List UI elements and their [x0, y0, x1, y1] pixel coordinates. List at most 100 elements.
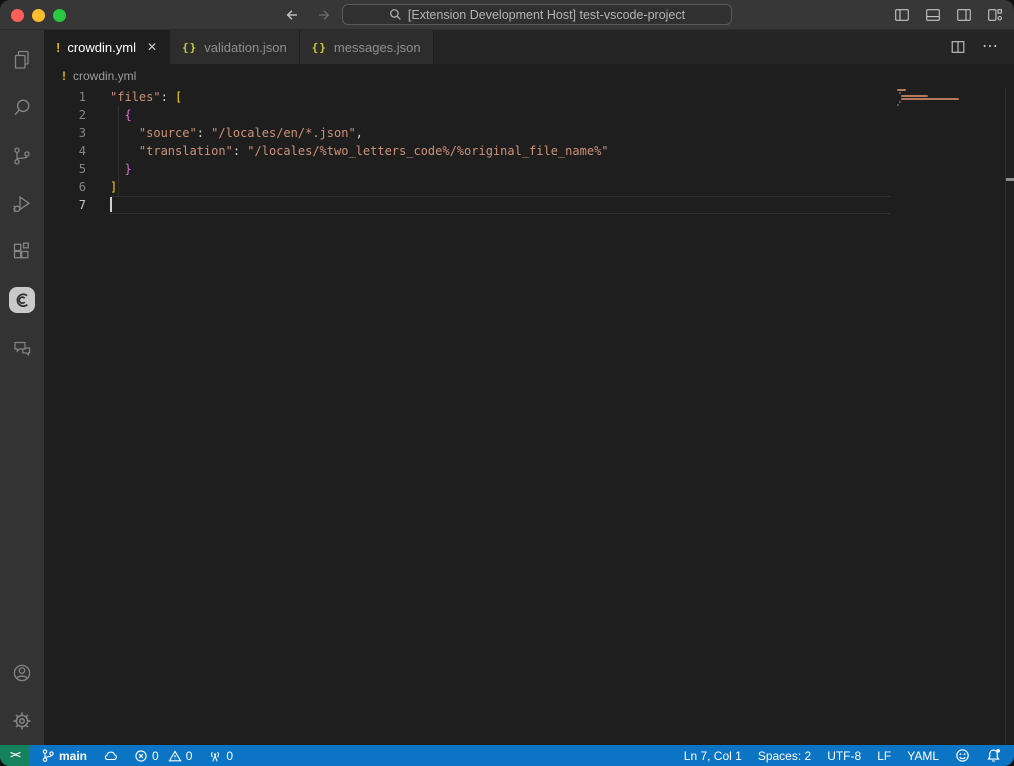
window-controls [11, 9, 66, 22]
toggle-panel-icon[interactable] [924, 6, 942, 24]
encoding-indicator[interactable]: UTF-8 [822, 745, 866, 766]
history-navigation [283, 6, 333, 24]
tab-crowdin-yml[interactable]: ! crowdin.yml ✕ [44, 30, 170, 64]
indent-guide [118, 106, 119, 196]
code-text: { [110, 106, 132, 124]
line-number[interactable]: 4 [44, 144, 86, 158]
crowdin-view-icon[interactable] [0, 276, 44, 324]
zoom-window-button[interactable] [53, 9, 66, 22]
explorer-icon[interactable] [0, 36, 44, 84]
status-bar-right: Ln 7, Col 1 Spaces: 2 UTF-8 LF YAML [679, 745, 1014, 766]
tab-messages-json[interactable]: {} messages.json [300, 30, 434, 64]
tab-label: validation.json [204, 40, 286, 55]
title-bar: [Extension Development Host] test-vscode… [0, 0, 1014, 30]
breadcrumb-file: crowdin.yml [73, 69, 136, 83]
code-text: "translation": "/locales/%two_letters_co… [110, 142, 609, 160]
line-number[interactable]: 1 [44, 90, 86, 104]
ports-indicator[interactable]: 0 [203, 745, 238, 766]
toggle-primary-sidebar-icon[interactable] [893, 6, 911, 24]
status-bar-left: main 0 0 [30, 745, 238, 766]
source-control-icon[interactable] [0, 132, 44, 180]
tab-validation-json[interactable]: {} validation.json [170, 30, 300, 64]
close-window-button[interactable] [11, 9, 24, 22]
more-actions-icon[interactable]: ⋯ [982, 42, 998, 52]
minimap-line [901, 98, 960, 100]
line-number[interactable]: 5 [44, 162, 86, 176]
warning-icon: ! [62, 69, 66, 83]
close-tab-icon[interactable]: ✕ [147, 40, 157, 54]
workbench: ! crowdin.yml ✕ {} validation.json {} me… [0, 30, 1014, 745]
code-lines: 1"files": [2 {3 "source": "/locales/en/*… [44, 88, 1014, 214]
editor-actions: ⋯ [950, 30, 1014, 64]
tab-label: crowdin.yml [67, 40, 136, 55]
code-line[interactable]: 4 "translation": "/locales/%two_letters_… [44, 142, 1014, 160]
code-line[interactable]: 2 { [44, 106, 1014, 124]
json-file-icon: {} [312, 41, 327, 54]
minimap-line [899, 92, 901, 94]
line-number[interactable]: 6 [44, 180, 86, 194]
window-title: [Extension Development Host] test-vscode… [408, 8, 685, 22]
line-number[interactable]: 3 [44, 126, 86, 140]
line-number[interactable]: 2 [44, 108, 86, 122]
back-icon[interactable] [283, 6, 301, 24]
json-file-icon: {} [182, 41, 197, 54]
radio-tower-icon [208, 749, 222, 763]
minimize-window-button[interactable] [32, 9, 45, 22]
remote-indicator[interactable]: >< [0, 745, 30, 766]
crowdin-logo [9, 287, 35, 313]
code-line[interactable]: 6] [44, 178, 1014, 196]
code-line[interactable]: 1 "files": [ [44, 88, 1014, 106]
cursor-position[interactable]: Ln 7, Col 1 [679, 745, 747, 766]
language-mode[interactable]: YAML [902, 745, 944, 766]
current-line-highlight [110, 196, 890, 214]
warning-icon: ! [56, 40, 60, 55]
vscode-window: [Extension Development Host] test-vscode… [0, 0, 1014, 766]
run-and-debug-icon[interactable] [0, 180, 44, 228]
branch-indicator[interactable]: main [36, 745, 92, 766]
manage-gear-icon[interactable] [0, 697, 44, 745]
search-view-icon[interactable] [0, 84, 44, 132]
customize-layout-icon[interactable] [986, 6, 1004, 24]
minimap-line [901, 95, 929, 97]
code-text: ] [110, 178, 117, 196]
accounts-icon[interactable] [0, 649, 44, 697]
code-text: "files": [ [110, 88, 182, 106]
minimap-line [897, 104, 899, 106]
tab-bar: ! crowdin.yml ✕ {} validation.json {} me… [44, 30, 1014, 64]
forward-icon[interactable] [315, 6, 333, 24]
eol-indicator[interactable]: LF [872, 745, 896, 766]
line-number[interactable]: 7 [44, 198, 86, 212]
overview-ruler [1005, 88, 1006, 745]
problems-indicator[interactable]: 0 0 [129, 745, 197, 766]
feedback-smiley-icon[interactable] [950, 745, 975, 766]
minimap-line [897, 107, 899, 109]
code-text: "source": "/locales/en/*.json", [110, 124, 363, 142]
code-line[interactable]: 5 } [44, 160, 1014, 178]
indentation-indicator[interactable]: Spaces: 2 [753, 745, 816, 766]
breadcrumb[interactable]: ! crowdin.yml [44, 64, 1014, 88]
ports-count: 0 [226, 749, 233, 763]
publish-changes-button[interactable] [98, 745, 123, 766]
code-line[interactable]: 7 [44, 196, 1014, 214]
layout-controls [893, 6, 1004, 24]
search-icon [389, 8, 402, 21]
comments-icon[interactable] [0, 324, 44, 372]
minimap-lines[interactable] [897, 89, 1001, 110]
split-editor-icon[interactable] [950, 39, 966, 55]
git-branch-icon [41, 748, 55, 763]
extensions-icon[interactable] [0, 228, 44, 276]
code-text: } [110, 160, 132, 178]
command-center[interactable]: [Extension Development Host] test-vscode… [342, 4, 732, 25]
notifications-bell-icon[interactable] [981, 745, 1006, 766]
cloud-icon [103, 749, 118, 762]
status-bar: >< main 0 [0, 745, 1014, 766]
code-line[interactable]: 3 "source": "/locales/en/*.json", [44, 124, 1014, 142]
minimap-line [897, 89, 906, 91]
tab-label: messages.json [334, 40, 421, 55]
overview-ruler-cursor-marker [1006, 178, 1014, 181]
code-editor[interactable]: 1"files": [2 {3 "source": "/locales/en/*… [44, 88, 1014, 745]
toggle-secondary-sidebar-icon[interactable] [955, 6, 973, 24]
errors-icon [134, 749, 148, 763]
error-count: 0 [152, 749, 159, 763]
minimap-line [899, 101, 901, 103]
